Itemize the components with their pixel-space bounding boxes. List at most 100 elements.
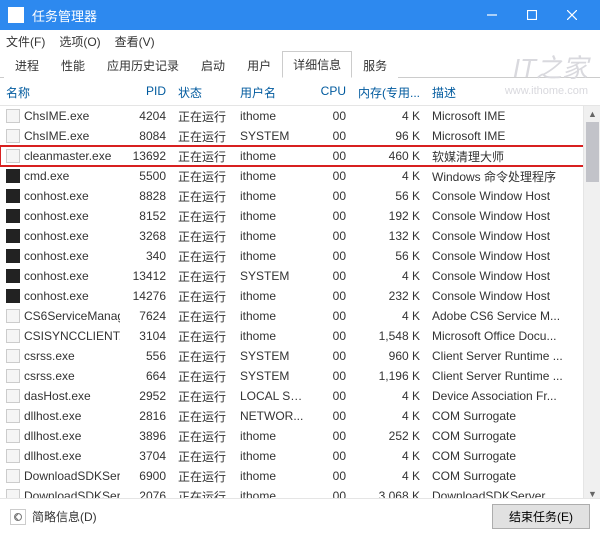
process-pid: 13412: [120, 269, 172, 283]
table-row[interactable]: csrss.exe556正在运行SYSTEM00960 KClient Serv…: [0, 346, 600, 366]
table-row[interactable]: conhost.exe3268正在运行ithome00132 KConsole …: [0, 226, 600, 246]
process-pid: 8828: [120, 189, 172, 203]
process-cpu: 00: [312, 349, 352, 363]
process-user: LOCAL SE...: [234, 389, 312, 403]
process-pid: 3896: [120, 429, 172, 443]
tab-2[interactable]: 应用历史记录: [96, 52, 190, 78]
tab-1[interactable]: 性能: [50, 52, 96, 78]
window-title: 任务管理器: [32, 6, 472, 25]
process-name: conhost.exe: [24, 209, 89, 223]
process-pid: 664: [120, 369, 172, 383]
process-icon: [6, 169, 20, 183]
col-desc[interactable]: 描述: [426, 84, 600, 101]
table-row[interactable]: conhost.exe8152正在运行ithome00192 KConsole …: [0, 206, 600, 226]
col-mem[interactable]: 内存(专用...: [352, 84, 426, 101]
collapse-icon[interactable]: [10, 509, 26, 525]
process-desc: Console Window Host: [426, 289, 600, 303]
table-row[interactable]: conhost.exe340正在运行ithome0056 KConsole Wi…: [0, 246, 600, 266]
process-pid: 6900: [120, 469, 172, 483]
process-cpu: 00: [312, 129, 352, 143]
process-status: 正在运行: [172, 448, 234, 465]
process-name: cleanmaster.exe: [24, 149, 111, 163]
process-status: 正在运行: [172, 108, 234, 125]
process-mem: 4 K: [352, 169, 426, 183]
process-desc: Console Window Host: [426, 229, 600, 243]
app-icon: [8, 7, 24, 23]
process-user: ithome: [234, 209, 312, 223]
process-icon: [6, 249, 20, 263]
table-row[interactable]: dllhost.exe2816正在运行NETWOR...004 KCOM Sur…: [0, 406, 600, 426]
process-status: 正在运行: [172, 168, 234, 185]
col-user[interactable]: 用户名: [234, 84, 312, 101]
tab-4[interactable]: 用户: [236, 52, 282, 78]
process-status: 正在运行: [172, 148, 234, 165]
process-icon: [6, 389, 20, 403]
process-status: 正在运行: [172, 388, 234, 405]
tab-0[interactable]: 进程: [4, 52, 50, 78]
scroll-up-icon[interactable]: ▲: [584, 106, 600, 122]
scrollbar-thumb[interactable]: [586, 122, 599, 182]
minimize-button[interactable]: [472, 0, 512, 30]
menubar: 文件(F) 选项(O) 查看(V): [0, 30, 600, 52]
vertical-scrollbar[interactable]: ▲ ▼: [583, 106, 600, 502]
process-pid: 3104: [120, 329, 172, 343]
table-row[interactable]: cmd.exe5500正在运行ithome004 KWindows 命令处理程序: [0, 166, 600, 186]
table-row[interactable]: dllhost.exe3896正在运行ithome00252 KCOM Surr…: [0, 426, 600, 446]
table-row[interactable]: dasHost.exe2952正在运行LOCAL SE...004 KDevic…: [0, 386, 600, 406]
process-user: ithome: [234, 329, 312, 343]
process-name: CS6ServiceManag...: [24, 309, 120, 323]
process-name: conhost.exe: [24, 269, 89, 283]
menu-view[interactable]: 查看(V): [115, 33, 155, 50]
table-row[interactable]: cleanmaster.exe13692正在运行ithome00460 K软媒清…: [0, 146, 600, 166]
process-icon: [6, 369, 20, 383]
process-desc: Console Window Host: [426, 189, 600, 203]
process-mem: 1,196 K: [352, 369, 426, 383]
table-row[interactable]: dllhost.exe3704正在运行ithome004 KCOM Surrog…: [0, 446, 600, 466]
col-name[interactable]: 名称: [0, 84, 120, 101]
less-details-link[interactable]: 简略信息(D): [32, 508, 97, 525]
process-mem: 4 K: [352, 389, 426, 403]
process-cpu: 00: [312, 269, 352, 283]
table-row[interactable]: conhost.exe8828正在运行ithome0056 KConsole W…: [0, 186, 600, 206]
process-status: 正在运行: [172, 348, 234, 365]
process-desc: 软媒清理大师: [426, 148, 600, 165]
process-cpu: 00: [312, 389, 352, 403]
titlebar: 任务管理器: [0, 0, 600, 30]
process-icon: [6, 129, 20, 143]
close-button[interactable]: [552, 0, 592, 30]
table-row[interactable]: ChsIME.exe8084正在运行SYSTEM0096 KMicrosoft …: [0, 126, 600, 146]
process-user: ithome: [234, 109, 312, 123]
tab-3[interactable]: 启动: [190, 52, 236, 78]
menu-options[interactable]: 选项(O): [59, 33, 100, 50]
menu-file[interactable]: 文件(F): [6, 33, 45, 50]
process-status: 正在运行: [172, 408, 234, 425]
tab-6[interactable]: 服务: [352, 52, 398, 78]
table-row[interactable]: conhost.exe14276正在运行ithome00232 KConsole…: [0, 286, 600, 306]
maximize-button[interactable]: [512, 0, 552, 30]
process-name: CSISYNCCLIENT.EXE: [24, 329, 120, 343]
process-desc: Microsoft Office Docu...: [426, 329, 600, 343]
process-icon: [6, 349, 20, 363]
process-status: 正在运行: [172, 228, 234, 245]
process-mem: 4 K: [352, 309, 426, 323]
table-row[interactable]: DownloadSDKServ...6900正在运行ithome004 KCOM…: [0, 466, 600, 486]
tab-5[interactable]: 详细信息: [282, 51, 352, 78]
process-mem: 960 K: [352, 349, 426, 363]
col-status[interactable]: 状态: [172, 84, 234, 101]
process-user: SYSTEM: [234, 129, 312, 143]
process-user: SYSTEM: [234, 269, 312, 283]
process-icon: [6, 269, 20, 283]
end-task-button[interactable]: 结束任务(E): [492, 504, 590, 529]
col-pid[interactable]: PID: [120, 84, 172, 101]
table-row[interactable]: conhost.exe13412正在运行SYSTEM004 KConsole W…: [0, 266, 600, 286]
table-row[interactable]: CS6ServiceManag...7624正在运行ithome004 KAdo…: [0, 306, 600, 326]
process-name: ChsIME.exe: [24, 129, 89, 143]
process-mem: 56 K: [352, 189, 426, 203]
table-row[interactable]: CSISYNCCLIENT.EXE3104正在运行ithome001,548 K…: [0, 326, 600, 346]
process-name: dllhost.exe: [24, 409, 81, 423]
process-icon: [6, 469, 20, 483]
col-cpu[interactable]: CPU: [312, 84, 352, 101]
table-row[interactable]: ChsIME.exe4204正在运行ithome004 KMicrosoft I…: [0, 106, 600, 126]
table-row[interactable]: csrss.exe664正在运行SYSTEM001,196 KClient Se…: [0, 366, 600, 386]
process-user: ithome: [234, 429, 312, 443]
